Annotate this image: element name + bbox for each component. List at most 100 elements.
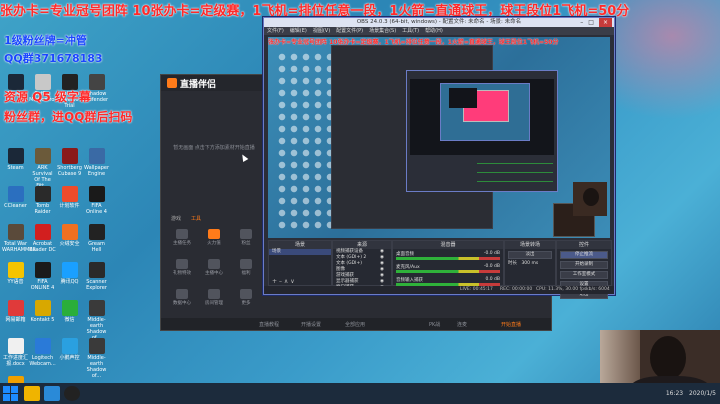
desktop-icon-label: 火绒安全 (59, 241, 80, 247)
tool-label: 主播中心 (205, 271, 223, 276)
control-button[interactable]: 工作室模式 (560, 271, 608, 279)
desktop-icon[interactable]: ARK Survival Of The Fitt... (29, 148, 56, 189)
tab-game[interactable]: 游戏 (171, 215, 181, 222)
obs-preview-canvas[interactable]: 张办卡=专业冠号团阵 10张办卡=定级赛，1飞机=排位任意一段，1火箭=直通球王… (268, 37, 610, 238)
chevron-down-icon[interactable]: ∨ (290, 278, 294, 285)
desktop-icon[interactable]: 工作进度汇报.docx (2, 338, 29, 367)
control-button[interactable]: 停止推流 (560, 251, 608, 259)
desktop-icon[interactable]: FIFA Online 4 (83, 186, 110, 215)
live-tool-item[interactable]: 粉丝 (235, 229, 257, 246)
minimize-icon[interactable]: – (580, 18, 583, 27)
desktop-icon[interactable]: Middle-earth Shadow of... (83, 300, 110, 341)
app-icon (88, 300, 105, 316)
start-live-button[interactable]: 开始直播 (501, 321, 521, 328)
desktop-icon[interactable]: CCleaner (2, 186, 29, 209)
desktop-icon[interactable]: Steam (2, 148, 29, 171)
desktop-icon[interactable]: Total War WARHAMMER (2, 224, 36, 253)
obs-menu-item[interactable]: 配置文件(P) (336, 27, 363, 35)
taskbar: 16:23 2020/1/5 (0, 383, 720, 404)
app-icon (34, 338, 51, 354)
maximize-icon[interactable]: □ (588, 18, 594, 27)
tool-icon (176, 229, 188, 239)
desktop-icon[interactable]: YY语音 (2, 262, 29, 285)
control-button[interactable]: 开始录制 (560, 261, 608, 269)
obs-menu-item[interactable]: 帮助(H) (425, 27, 443, 35)
close-icon[interactable]: × (598, 18, 612, 27)
scenes-dock-title: 场景 (269, 241, 331, 249)
duration-value[interactable]: 300 ms (521, 261, 538, 266)
live-app-tabs: 游戏 工具 (171, 215, 201, 222)
app-icon (34, 262, 51, 278)
bottom-item-tutorial[interactable]: 直播教程 (259, 321, 279, 328)
desktop-icon[interactable]: Shortberg Cubase 9 (56, 148, 83, 177)
desktop-icon[interactable]: 火绒安全 (56, 224, 83, 247)
tray-date[interactable]: 2020/1/5 (689, 390, 716, 397)
taskbar-obs-icon[interactable] (64, 386, 80, 401)
bottom-item-lianmai[interactable]: 连麦 (457, 321, 467, 328)
obs-menu-item[interactable]: 工具(T) (402, 27, 419, 35)
obs-title: OBS 24.0.3 (64-bit, windows) - 配置文件: 未命名… (356, 19, 522, 25)
live-tool-item[interactable]: 福利 (235, 259, 257, 276)
obs-menu-item[interactable]: 文件(F) (267, 27, 284, 35)
tray-time[interactable]: 16:23 (666, 390, 683, 397)
desktop-icon[interactable]: Scanner Explorer (83, 262, 110, 291)
desktop-icon[interactable]: Kontakt 5 (29, 300, 56, 323)
desktop-icon-label: 工作进度汇报.docx (2, 355, 28, 367)
desktop-icon[interactable]: 网易邮箱 (2, 300, 29, 323)
bottom-item-settings[interactable]: 开播设置 (301, 321, 321, 328)
live-tool-item[interactable]: 房间管理 (203, 289, 225, 306)
tool-label: 火力值 (207, 241, 221, 246)
tool-label: 粉丝 (241, 241, 251, 246)
taskbar-calendar-icon[interactable] (44, 386, 60, 401)
live-tool-item[interactable]: 主播中心 (203, 259, 225, 276)
add-icon[interactable]: + (272, 278, 277, 285)
live-tool-item[interactable]: 礼物特效 (171, 259, 193, 276)
live-tool-item[interactable]: 更多 (235, 289, 257, 306)
desktop-icon[interactable]: 计划软件 (56, 186, 83, 209)
status-cpu: CPU: 11.3%, 30.00 fps (536, 287, 587, 292)
live-tool-item[interactable]: 主播任务 (171, 229, 193, 246)
taskbar-app-8-icon[interactable] (24, 386, 40, 401)
desktop-icon[interactable]: 小鹅声控 (56, 338, 83, 361)
tool-label: 房间管理 (205, 301, 223, 306)
desktop-icon-label: 微信 (64, 317, 75, 323)
chevron-up-icon[interactable]: ∧ (284, 278, 288, 285)
bottom-item-apps[interactable]: 全部应用 (345, 321, 365, 328)
desktop-icon[interactable]: Middle-earth Shadow of... (83, 338, 110, 379)
obs-title-bar[interactable]: OBS 24.0.3 (64-bit, windows) - 配置文件: 未命名… (264, 18, 614, 27)
status-rec: REC: 00:00:00 (500, 287, 533, 292)
obs-menu-item[interactable]: 视图(V) (313, 27, 330, 35)
desktop-icon[interactable]: 微信 (56, 300, 83, 323)
desktop-icon[interactable]: Acrobat Reader DC (29, 224, 56, 253)
obs-window[interactable]: OBS 24.0.3 (64-bit, windows) - 配置文件: 未命名… (263, 17, 615, 299)
tab-tools[interactable]: 工具 (191, 215, 201, 222)
remove-icon[interactable]: – (279, 278, 282, 285)
scene-item[interactable]: 场景 (269, 249, 331, 255)
source-label: 文本 (GDI+) (336, 261, 362, 266)
desktop-icon[interactable]: FIFA ONLINE 4 (29, 262, 56, 291)
desktop-icon[interactable]: Tomb Raider (29, 186, 56, 215)
desktop-icon[interactable]: Wallpaper Engine (83, 148, 110, 177)
volume-meter[interactable] (396, 270, 500, 273)
bottom-item-pk[interactable]: PK战 (429, 321, 440, 328)
live-tool-item[interactable]: 火力值 (203, 229, 225, 246)
desktop-icon[interactable]: Gream Hell (83, 224, 110, 253)
volume-meter[interactable] (396, 257, 500, 260)
tool-label: 福利 (241, 271, 251, 276)
status-kbps: kb/s: 6004 (586, 287, 610, 292)
obs-menu-item[interactable]: 编辑(E) (290, 27, 307, 35)
preview-obs-mixer (477, 159, 553, 185)
desktop-icon[interactable]: Logitech Webcam... (29, 338, 56, 367)
nested-preview-window (449, 88, 477, 108)
transition-select[interactable]: 淡出 (508, 251, 552, 259)
start-button[interactable] (2, 385, 19, 402)
preview-obs-canvas (410, 79, 554, 155)
desktop-icon[interactable]: 腾讯QQ (56, 262, 83, 285)
tool-icon (208, 289, 220, 299)
obs-menu-item[interactable]: 场景集合(S) (369, 27, 396, 35)
overlay-qq-line: QQ群371678183 (4, 52, 103, 65)
tool-icon (240, 229, 252, 239)
status-live: LIVE: 00:45:17 (460, 287, 493, 292)
desktop-icon-label: Logitech Webcam... (29, 355, 56, 367)
live-tool-item[interactable]: 数据中心 (171, 289, 193, 306)
